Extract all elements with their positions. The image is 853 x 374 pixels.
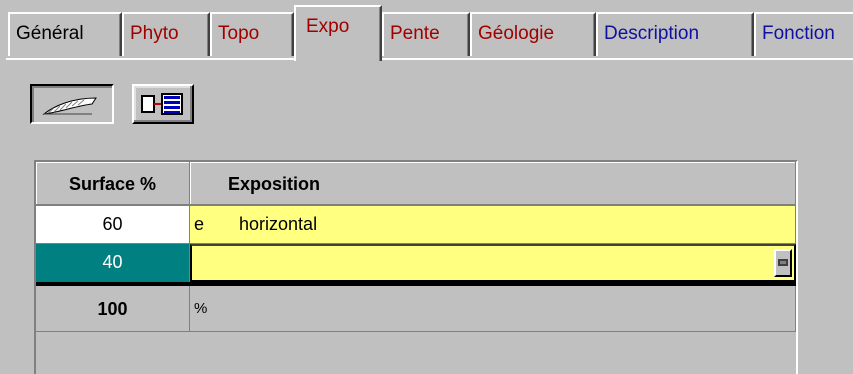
total-unit: %: [190, 286, 796, 332]
exposition-cell[interactable]: e horizontal: [190, 206, 796, 244]
tab-baseline: [6, 58, 294, 60]
column-header-surface[interactable]: Surface %: [36, 162, 190, 206]
tab-geologie[interactable]: Géologie: [470, 12, 596, 56]
tab-expo[interactable]: Expo: [294, 5, 382, 61]
surface-cell[interactable]: 40: [36, 244, 190, 282]
exposition-grid: Surface % Exposition 60 e horizontal 40 …: [34, 160, 798, 374]
list-link-button[interactable]: [132, 84, 194, 124]
grid-header: Surface % Exposition: [36, 162, 796, 206]
tab-description[interactable]: Description: [596, 12, 754, 56]
tab-strip: Général Phyto Topo Pente Géologie Descri…: [0, 0, 853, 61]
dropdown-button[interactable]: [774, 249, 792, 277]
tab-topo[interactable]: Topo: [210, 12, 294, 56]
column-header-exposition[interactable]: Exposition: [190, 162, 796, 206]
exposition-combo[interactable]: S S: [190, 244, 796, 282]
total-row: 100 %: [36, 286, 796, 332]
tab-phyto[interactable]: Phyto: [122, 12, 210, 56]
surface-cell[interactable]: 60: [36, 206, 190, 244]
tab-baseline: [380, 58, 853, 60]
surface-total: 100: [36, 286, 190, 332]
table-row-selected[interactable]: 40 S S: [36, 244, 796, 282]
slope-shape-button[interactable]: [30, 84, 114, 124]
table-row[interactable]: 60 e horizontal: [36, 206, 796, 244]
tab-pente[interactable]: Pente: [382, 12, 470, 56]
tab-fonction[interactable]: Fonction: [754, 12, 853, 56]
tab-general[interactable]: Général: [8, 12, 122, 56]
